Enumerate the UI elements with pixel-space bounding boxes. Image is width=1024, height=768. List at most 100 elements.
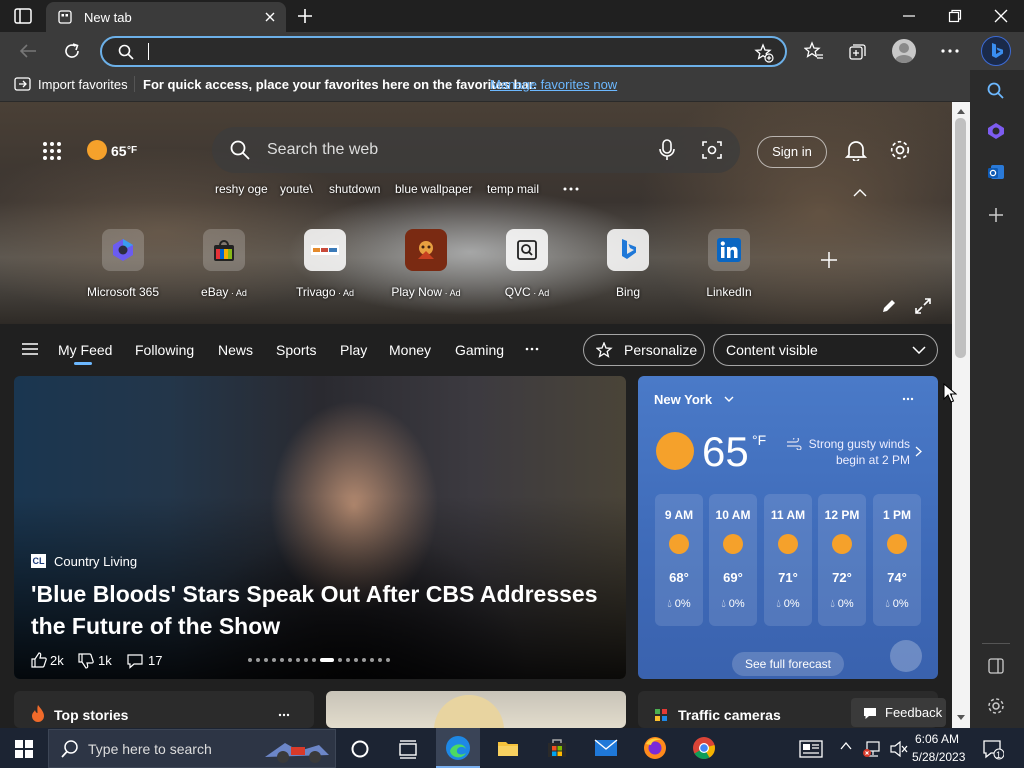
news-widget-icon[interactable]	[799, 740, 823, 758]
taskbar-time[interactable]: 6:06 AM	[915, 732, 959, 746]
feed-more-icon[interactable]	[525, 347, 539, 351]
file-explorer-icon[interactable]	[496, 736, 520, 760]
task-view-icon[interactable]	[398, 739, 418, 759]
add-favorite-icon[interactable]	[754, 43, 774, 63]
see-full-forecast-button[interactable]: See full forecast	[732, 652, 844, 676]
tab-new-tab[interactable]: New tab	[46, 2, 286, 32]
taskbar-edge-active[interactable]	[436, 728, 480, 768]
back-button[interactable]	[18, 42, 38, 60]
quick-link-microsoft-365[interactable]: Microsoft 365	[73, 229, 173, 299]
restore-button[interactable]	[948, 9, 962, 23]
weather-alert[interactable]: Strong gusty winds begin at 2 PM	[786, 436, 910, 468]
hourly-forecast-1pm[interactable]: 1 PM 74° 💧︎ 0%	[873, 494, 921, 626]
feedback-button[interactable]: Feedback	[851, 698, 946, 727]
microsoft-store-icon[interactable]	[545, 736, 569, 760]
hourly-forecast-12pm[interactable]: 12 PM 72° 💧︎ 0%	[818, 494, 866, 626]
tab-actions-icon[interactable]	[14, 8, 32, 24]
firefox-icon[interactable]	[643, 736, 667, 760]
featured-story-card[interactable]: CL Country Living 'Blue Bloods' Stars Sp…	[14, 376, 626, 679]
personalize-button[interactable]: Personalize	[583, 334, 705, 366]
microphone-icon[interactable]	[659, 139, 675, 161]
import-favorites-button[interactable]: Import favorites	[38, 77, 128, 92]
weather-city[interactable]: New York	[654, 392, 712, 407]
feed-tab-sports[interactable]: Sports	[276, 342, 316, 358]
volume-muted-icon[interactable]	[889, 740, 909, 758]
hero-temperature[interactable]: 65	[111, 143, 127, 159]
recent-search-2[interactable]: youte\	[280, 182, 313, 196]
recent-search-3[interactable]: shutdown	[329, 182, 380, 196]
refresh-button[interactable]	[62, 41, 82, 61]
quick-link-trivago[interactable]: Trivago · Ad	[275, 229, 375, 299]
top-stories-card[interactable]: Top stories	[14, 691, 314, 728]
feed-menu-icon[interactable]	[22, 343, 38, 355]
hourly-forecast-9am[interactable]: 9 AM 68° 💧︎ 0%	[655, 494, 703, 626]
profile-avatar[interactable]	[892, 39, 916, 63]
collections-icon[interactable]	[848, 41, 868, 61]
manage-favorites-link[interactable]: Manage favorites now	[490, 77, 617, 92]
quick-link-bing[interactable]: Bing	[578, 229, 678, 299]
quick-link-qvc[interactable]: QVC · Ad	[477, 229, 577, 299]
top-stories-more-icon[interactable]	[278, 713, 290, 717]
page-scrollbar[interactable]	[952, 102, 970, 728]
hourly-forecast-10am[interactable]: 10 AM 69° 💧︎ 0%	[709, 494, 757, 626]
weather-more-icon[interactable]	[902, 397, 914, 401]
page-settings-icon[interactable]	[889, 139, 911, 161]
alert-chevron-right-icon[interactable]	[915, 446, 922, 457]
more-options-icon[interactable]	[940, 48, 960, 54]
like-icon[interactable]	[31, 652, 47, 668]
recent-search-5[interactable]: temp mail	[487, 182, 539, 196]
scroll-up-icon[interactable]	[957, 108, 965, 114]
feed-tab-news[interactable]: News	[218, 342, 253, 358]
feed-tab-play[interactable]: Play	[340, 342, 367, 358]
scroll-down-icon[interactable]	[957, 715, 965, 721]
more-searches-icon[interactable]	[563, 187, 579, 191]
scroll-thumb[interactable]	[955, 118, 966, 358]
quick-link-ebay[interactable]: eBay · Ad	[174, 229, 274, 299]
feed-tab-gaming[interactable]: Gaming	[455, 342, 504, 358]
hourly-forecast-11am[interactable]: 11 AM 71° 💧︎ 0%	[764, 494, 812, 626]
cortana-icon[interactable]	[350, 739, 370, 759]
taskbar-date[interactable]: 5/28/2023	[912, 750, 965, 764]
taskbar-search-box[interactable]: Type here to search	[48, 729, 336, 768]
feed-tab-my-feed[interactable]: My Feed	[58, 342, 112, 358]
sidebar-add-icon[interactable]	[988, 207, 1004, 223]
add-quick-link-icon[interactable]	[820, 251, 838, 269]
address-bar[interactable]	[100, 36, 787, 67]
story-headline[interactable]: 'Blue Bloods' Stars Speak Out After CBS …	[31, 578, 611, 642]
weather-map-icon[interactable]	[890, 640, 922, 672]
comment-icon[interactable]	[127, 653, 143, 669]
close-window-button[interactable]	[994, 9, 1008, 23]
chrome-icon[interactable]	[692, 736, 716, 760]
expand-icon[interactable]	[914, 297, 932, 315]
network-icon[interactable]	[862, 740, 882, 758]
sidebar-settings-icon[interactable]	[987, 697, 1005, 715]
story-source[interactable]: Country Living	[54, 554, 137, 569]
new-tab-button[interactable]	[296, 7, 314, 25]
tab-close-icon[interactable]	[264, 11, 276, 23]
city-chevron-icon[interactable]	[724, 396, 734, 402]
image-story-card[interactable]	[326, 691, 626, 735]
quick-link-play-now[interactable]: Play Now · Ad	[376, 229, 476, 299]
sidebar-hide-icon[interactable]	[988, 658, 1004, 674]
feed-tab-following[interactable]: Following	[135, 342, 194, 358]
mail-icon[interactable]	[594, 737, 618, 759]
sidebar-outlook-icon[interactable]	[987, 163, 1005, 181]
minimize-button[interactable]	[902, 10, 916, 22]
bing-chat-button[interactable]	[981, 36, 1011, 66]
sidebar-bing-icon[interactable]	[987, 122, 1005, 140]
favorites-icon[interactable]	[804, 41, 824, 61]
sign-in-button[interactable]: Sign in	[757, 136, 827, 168]
feed-tab-money[interactable]: Money	[389, 342, 431, 358]
weather-card[interactable]: New York 65 °F Strong gusty winds begin …	[638, 376, 938, 679]
carousel-dots[interactable]	[246, 658, 392, 664]
visual-search-icon[interactable]	[702, 140, 722, 160]
collapse-chevron-icon[interactable]	[853, 189, 867, 197]
recent-search-4[interactable]: blue wallpaper	[395, 182, 472, 196]
notifications-icon[interactable]	[845, 139, 867, 161]
tray-chevron-up-icon[interactable]	[840, 742, 852, 750]
quick-link-linkedin[interactable]: LinkedIn	[679, 229, 779, 299]
recent-search-1[interactable]: reshy oge	[215, 182, 268, 196]
content-visibility-dropdown[interactable]: Content visible	[713, 334, 938, 366]
customize-background-icon[interactable]	[881, 298, 897, 314]
web-search-box[interactable]: Search the web	[212, 127, 740, 173]
